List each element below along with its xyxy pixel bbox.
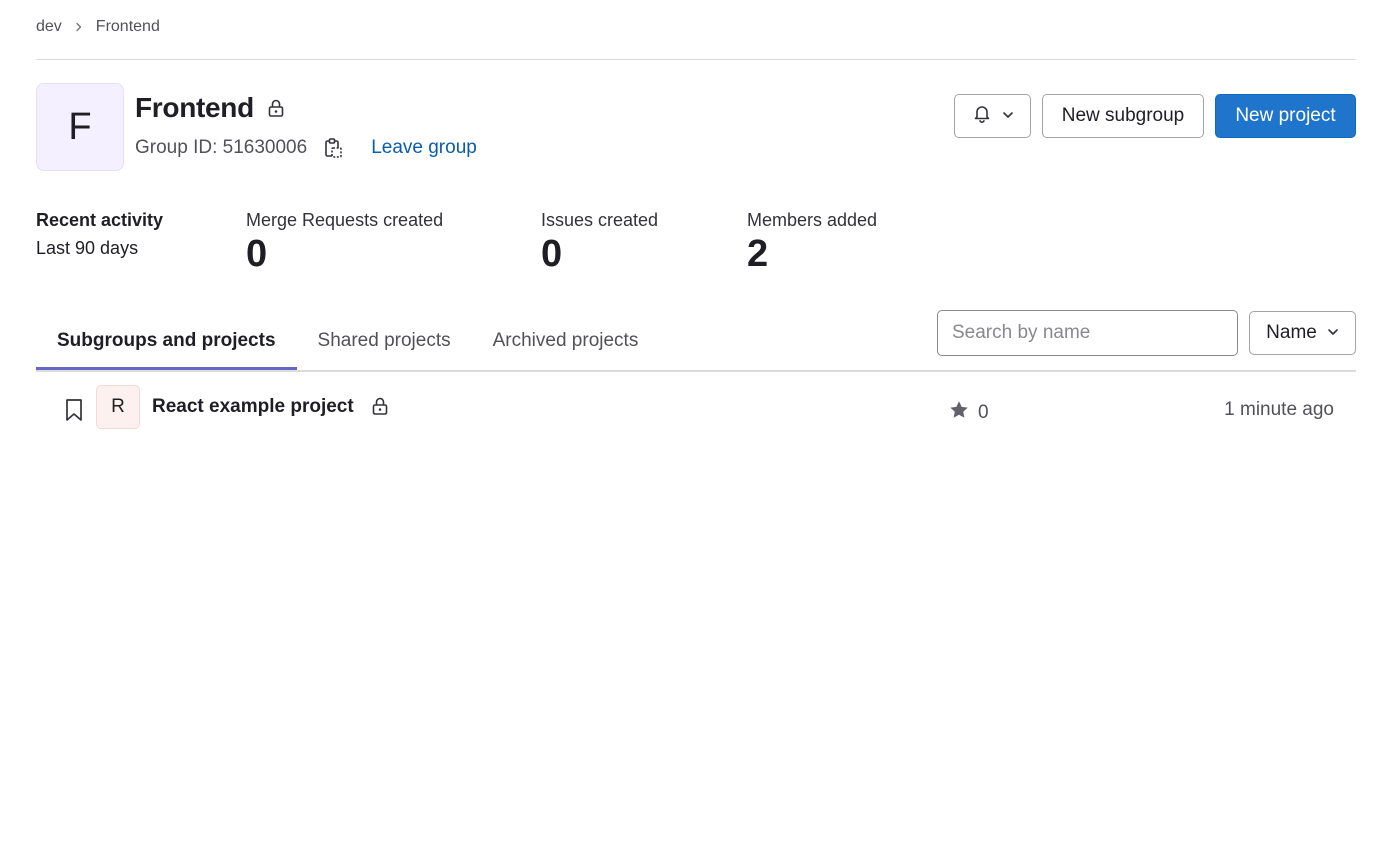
leave-group-link[interactable]: Leave group	[371, 137, 477, 159]
bookmark-icon	[64, 398, 84, 422]
group-id: Group ID: 51630006	[135, 137, 308, 158]
breadcrumb: dev Frontend	[36, 16, 160, 38]
project-name-link[interactable]: React example project	[152, 396, 354, 418]
recent-activity-title: Recent activity	[36, 210, 164, 230]
chevron-down-icon	[1327, 322, 1339, 344]
tabs-divider	[36, 370, 1356, 372]
sort-label: Name	[1266, 322, 1317, 343]
star-count-value: 0	[978, 402, 989, 423]
bell-icon	[972, 103, 992, 129]
stat-label: Issues created	[541, 210, 659, 230]
stat-value: 0	[541, 233, 563, 275]
chevron-down-icon	[1002, 105, 1014, 127]
lock-icon	[266, 98, 286, 118]
group-meta: Group ID: 51630006 Leave group	[135, 134, 477, 162]
breadcrumb-item-frontend[interactable]: Frontend	[96, 18, 160, 36]
project-avatar[interactable]: R	[96, 385, 140, 429]
star-count[interactable]: 0	[948, 399, 989, 427]
stat-merge-requests: Merge Requests created 0	[246, 208, 443, 274]
group-tabs: Subgroups and projects Shared projects A…	[36, 312, 659, 370]
group-name: Frontend	[135, 92, 254, 123]
group-title: Frontend	[135, 92, 286, 124]
lock-icon	[370, 396, 390, 416]
stat-label: Merge Requests created	[246, 210, 444, 230]
new-project-button[interactable]: New project	[1215, 94, 1356, 138]
chevron-right-icon	[74, 22, 84, 32]
recent-activity: Recent activity Last 90 days	[36, 208, 163, 264]
stat-value: 0	[246, 233, 268, 275]
group-avatar: F	[36, 83, 124, 171]
tab-archived-projects[interactable]: Archived projects	[472, 312, 660, 370]
tab-shared-projects[interactable]: Shared projects	[297, 312, 472, 370]
sort-dropdown[interactable]: Name	[1249, 311, 1356, 355]
breadcrumb-item-dev[interactable]: dev	[36, 18, 62, 36]
notification-settings-dropdown[interactable]	[954, 94, 1031, 138]
star-icon	[948, 399, 970, 427]
stat-members: Members added 2	[747, 208, 877, 274]
recent-activity-period: Last 90 days	[36, 238, 139, 258]
search-input[interactable]	[937, 310, 1238, 356]
stat-label: Members added	[747, 210, 878, 230]
new-subgroup-button[interactable]: New subgroup	[1042, 94, 1204, 138]
updated-time: 1 minute ago	[1224, 399, 1334, 420]
copy-icon[interactable]	[323, 137, 343, 159]
list-item: R React example project 0 1 minute ago	[36, 380, 1356, 436]
header-divider	[36, 59, 1356, 60]
tab-subgroups-and-projects[interactable]: Subgroups and projects	[36, 312, 297, 370]
stat-issues: Issues created 0	[541, 208, 658, 274]
stat-value: 2	[747, 233, 769, 275]
